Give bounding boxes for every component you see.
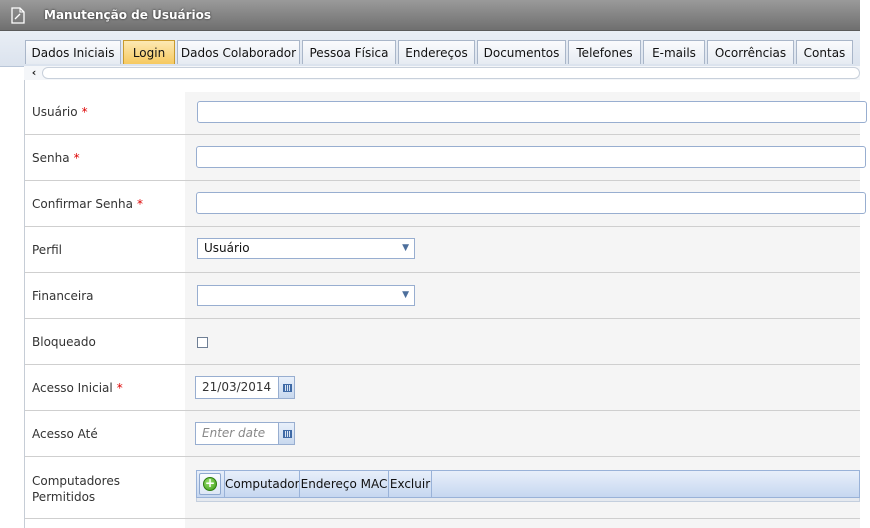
acesso-inicial-value: 21/03/2014	[202, 380, 272, 394]
confirmar-senha-label-text: Confirmar Senha	[32, 197, 133, 211]
window-title: Manutenção de Usuários	[44, 8, 212, 22]
calendar-icon[interactable]	[278, 377, 294, 398]
acesso-ate-label: Acesso Até	[32, 427, 98, 441]
acesso-inicial-label: Acesso Inicial *	[32, 381, 123, 395]
senha-label-text: Senha	[32, 151, 70, 165]
dropdown-arrow-icon: ▼	[402, 243, 409, 253]
acesso-inicial-datefield[interactable]: 21/03/2014	[195, 376, 295, 399]
tab-contas[interactable]: Contas	[796, 40, 853, 64]
row-divider	[25, 364, 860, 365]
document-edit-icon	[11, 7, 25, 24]
dropdown-arrow-icon: ▼	[402, 290, 409, 300]
add-computer-button[interactable]: +	[199, 473, 221, 495]
required-marker: *	[136, 197, 143, 211]
perfil-select[interactable]: Usuário ▼	[197, 238, 415, 259]
usuario-input[interactable]	[197, 101, 867, 123]
acesso-ate-placeholder: Enter date	[202, 426, 266, 440]
row-divider	[25, 134, 860, 135]
tab-dados-iniciais[interactable]: Dados Iniciais	[25, 40, 121, 64]
column-header-computador[interactable]: Computador	[224, 470, 300, 498]
tab-pessoa-fisica[interactable]: Pessoa Física	[302, 40, 396, 64]
row-divider	[25, 226, 860, 227]
row-divider	[25, 318, 860, 319]
tab-documentos[interactable]: Documentos	[477, 40, 566, 64]
computadores-label-line1: Computadores	[32, 474, 120, 488]
bloqueado-checkbox[interactable]	[197, 337, 208, 348]
usuario-label-text: Usuário	[32, 105, 78, 119]
row-divider	[25, 180, 860, 181]
required-marker: *	[73, 151, 80, 165]
row-divider	[25, 272, 860, 273]
tab-login[interactable]: Login	[123, 40, 175, 64]
required-marker: *	[116, 381, 123, 395]
tab-ocorrencias[interactable]: Ocorrências	[707, 40, 794, 64]
acesso-ate-datefield[interactable]: Enter date	[195, 422, 295, 445]
senha-input[interactable]	[196, 146, 866, 168]
financeira-select[interactable]: ▼	[197, 285, 415, 306]
computadores-label-line2: Permitidos	[32, 490, 96, 504]
scroll-left-icon[interactable]: ‹	[28, 66, 40, 80]
row-divider	[25, 518, 860, 519]
confirmar-senha-input[interactable]	[196, 192, 866, 214]
column-header-endereco-mac[interactable]: Endereço MAC	[299, 470, 388, 498]
acesso-inicial-label-text: Acesso Inicial	[32, 381, 113, 395]
confirmar-senha-label: Confirmar Senha *	[32, 197, 143, 211]
computadores-grid-body	[196, 498, 860, 502]
tab-scrollbar[interactable]	[42, 67, 860, 79]
senha-label: Senha *	[32, 151, 80, 165]
usuario-label: Usuário *	[32, 105, 88, 119]
bloqueado-label: Bloqueado	[32, 335, 96, 349]
add-plus-icon: +	[203, 476, 217, 491]
tab-dados-colaborador[interactable]: Dados Colaborador	[177, 40, 300, 64]
required-marker: *	[81, 105, 88, 119]
row-divider	[25, 456, 860, 457]
tab-emails[interactable]: E-mails	[643, 40, 705, 64]
column-header-excluir[interactable]: Excluir	[388, 470, 432, 498]
calendar-icon[interactable]	[278, 423, 294, 444]
window-titlebar: Manutenção de Usuários	[0, 0, 860, 31]
perfil-label: Perfil	[32, 243, 63, 257]
tab-strip: Dados Iniciais Login Dados Colaborador P…	[0, 31, 860, 67]
tab-telefones[interactable]: Telefones	[568, 40, 641, 64]
financeira-label: Financeira	[32, 289, 94, 303]
computadores-permitidos-label: Computadores Permitidos	[32, 473, 120, 505]
tab-enderecos[interactable]: Endereços	[398, 40, 475, 64]
perfil-select-value: Usuário	[204, 241, 250, 255]
row-divider	[25, 410, 860, 411]
